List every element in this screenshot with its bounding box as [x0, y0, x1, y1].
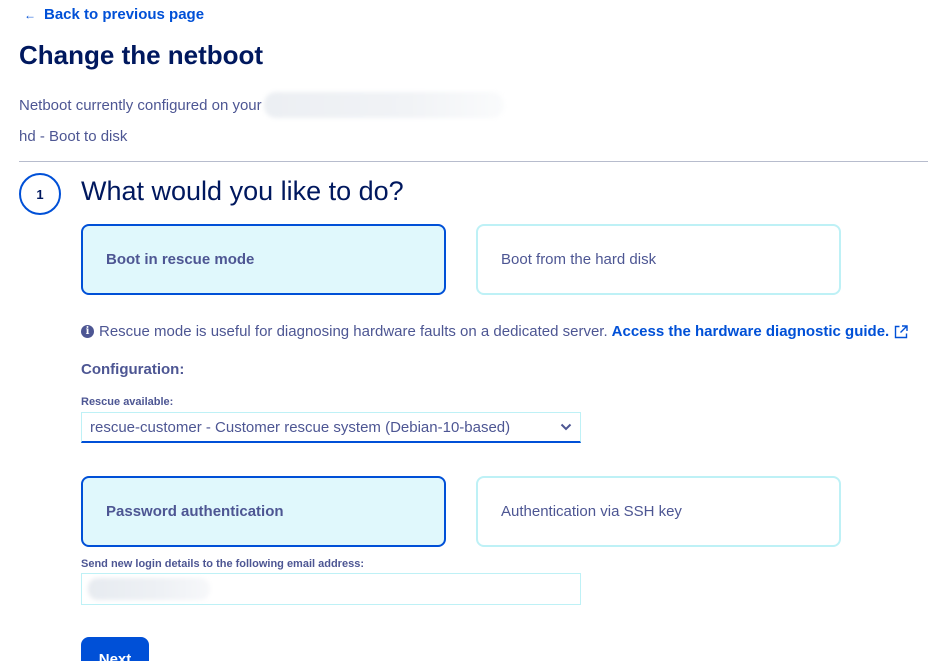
back-link-label: Back to previous page — [44, 6, 205, 23]
chevron-down-icon — [560, 423, 572, 431]
redacted-email-value — [88, 578, 210, 600]
step-title: What would you like to do? — [81, 176, 404, 206]
hardware-diagnostic-guide-link[interactable]: Access the hardware diagnostic guide. — [612, 323, 909, 340]
rescue-select[interactable]: rescue-customer - Customer rescue system… — [81, 412, 581, 443]
tile-label: Boot from the hard disk — [501, 251, 657, 268]
tile-ssh-key-authentication[interactable]: Authentication via SSH key — [476, 476, 841, 547]
page-title: Change the netboot — [19, 40, 264, 70]
arrow-left-icon: ← — [24, 7, 36, 22]
external-link-icon — [895, 324, 908, 338]
tile-label: Authentication via SSH key — [501, 503, 682, 520]
redacted-server-name — [263, 92, 504, 118]
tile-label: Boot in rescue mode — [106, 251, 255, 268]
tile-boot-rescue-mode[interactable]: Boot in rescue mode — [81, 224, 446, 295]
rescue-available-label: Rescue available: — [81, 396, 174, 408]
email-field[interactable] — [81, 573, 581, 605]
back-link[interactable]: ← Back to previous page — [24, 6, 204, 23]
tile-boot-hard-disk[interactable]: Boot from the hard disk — [476, 224, 841, 295]
tile-label: Password authentication — [106, 503, 284, 520]
current-netboot-row: Netboot currently configured on your — [19, 92, 504, 118]
current-netboot-value: hd - Boot to disk — [19, 128, 128, 145]
rescue-info-message: i Rescue mode is useful for diagnosing h… — [81, 323, 908, 340]
rescue-select-value: rescue-customer - Customer rescue system… — [90, 418, 511, 436]
divider — [19, 161, 928, 162]
tile-password-authentication[interactable]: Password authentication — [81, 476, 446, 547]
email-field-label: Send new login details to the following … — [81, 558, 364, 570]
step-number-badge: 1 — [19, 173, 61, 215]
info-circle-icon: i — [81, 325, 94, 338]
next-button[interactable]: Next — [81, 637, 149, 661]
guide-link-label: Access the hardware diagnostic guide. — [611, 323, 890, 340]
current-netboot-prefix: Netboot currently configured on your — [19, 96, 262, 114]
rescue-info-text: Rescue mode is useful for diagnosing har… — [99, 323, 608, 340]
configuration-heading: Configuration: — [81, 361, 185, 378]
